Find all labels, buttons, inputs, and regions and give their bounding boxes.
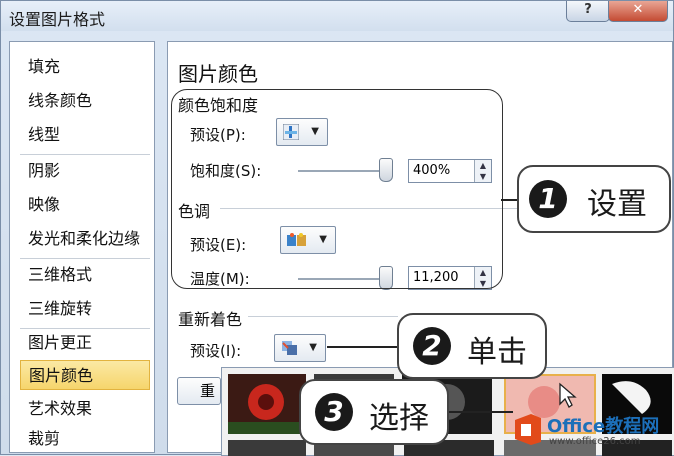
callout-3-number: 3 xyxy=(315,393,353,431)
callout-2-number: 2 xyxy=(413,327,451,365)
category-list: 填充 线条颜色 线型 阴影 映像 发光和柔化边缘 三维格式 三维旋转 图片更正 … xyxy=(9,41,155,453)
recolor-preset-icon xyxy=(281,340,297,356)
callout-1-number: 1 xyxy=(529,180,567,218)
nav-item-reflection[interactable]: 映像 xyxy=(20,190,150,220)
divider xyxy=(20,258,150,259)
mouse-cursor-icon xyxy=(559,382,577,408)
callout-leader xyxy=(327,346,399,348)
callout-3-text: 选择 xyxy=(369,401,429,436)
nav-item-line-color[interactable]: 线条颜色 xyxy=(20,86,150,116)
chevron-down-icon: ▼ xyxy=(309,342,317,353)
format-picture-dialog: 设置图片格式 ? ✕ 填充 线条颜色 线型 阴影 映像 发光和柔化边缘 三维格式… xyxy=(0,0,674,456)
office-logo-icon xyxy=(515,414,541,445)
nav-item-artistic-effects[interactable]: 艺术效果 xyxy=(20,394,150,424)
recolor-preset-label: 预设(I): xyxy=(190,342,242,360)
nav-item-3d-rotation[interactable]: 三维旋转 xyxy=(20,294,150,324)
callout-leader xyxy=(447,411,513,413)
divider xyxy=(20,154,150,155)
callout-1-text: 设置 xyxy=(587,187,647,222)
reset-button[interactable]: 重 xyxy=(177,377,221,405)
help-button[interactable]: ? xyxy=(566,1,610,22)
callout-2-text: 单击 xyxy=(467,335,527,370)
nav-item-picture-corrections[interactable]: 图片更正 xyxy=(20,328,150,358)
nav-item-shadow[interactable]: 阴影 xyxy=(20,156,150,186)
divider xyxy=(248,316,398,317)
close-button[interactable]: ✕ xyxy=(608,1,668,22)
watermark-url: www.office26.com xyxy=(549,436,641,447)
callout-3: 3 选择 xyxy=(299,379,449,445)
callout-1: 1 设置 xyxy=(517,165,671,233)
nav-item-glow[interactable]: 发光和柔化边缘 xyxy=(20,224,150,254)
watermark: Office教程网 www.office26.com xyxy=(513,406,673,454)
recolor-option-original[interactable] xyxy=(228,374,306,434)
recolor-preset-dropdown[interactable]: ▼ xyxy=(274,334,326,362)
recolor-group-title: 重新着色 xyxy=(178,310,243,329)
nav-item-line-style[interactable]: 线型 xyxy=(20,120,150,150)
nav-item-fill[interactable]: 填充 xyxy=(20,52,150,82)
nav-item-crop[interactable]: 裁剪 xyxy=(20,424,150,454)
nav-item-3d-format[interactable]: 三维格式 xyxy=(20,260,150,290)
callout-2: 2 单击 xyxy=(397,313,547,379)
watermark-brand: Office教程网 xyxy=(547,416,660,437)
nav-item-picture-color[interactable]: 图片颜色 xyxy=(20,360,150,390)
annotation-bracket xyxy=(171,89,503,289)
title-bar: 设置图片格式 ? ✕ xyxy=(1,1,673,31)
dialog-title: 设置图片格式 xyxy=(9,10,106,29)
panel-title: 图片颜色 xyxy=(178,62,258,86)
